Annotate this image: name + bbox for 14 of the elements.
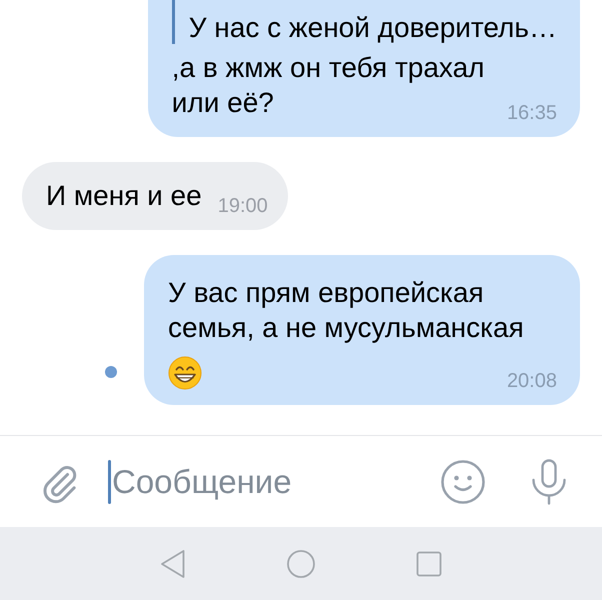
message-field[interactable]: Сообщение bbox=[111, 460, 441, 504]
microphone-icon[interactable] bbox=[531, 458, 567, 504]
quoted-text: У нас с женой доверитель… bbox=[188, 12, 557, 43]
message-text: ,а в жмж он тебя трахал или её? bbox=[172, 52, 485, 118]
home-icon[interactable] bbox=[286, 548, 316, 578]
message-text: У вас прям европейская семья, а не мусульманская bbox=[168, 277, 524, 343]
message-text: И меня и ее bbox=[46, 180, 202, 211]
grinning-face-icon bbox=[168, 356, 202, 390]
back-icon[interactable] bbox=[160, 548, 186, 578]
smiley-icon[interactable] bbox=[441, 460, 485, 504]
message-time: 16:35 bbox=[506, 103, 557, 123]
message-time: 19:00 bbox=[218, 196, 268, 216]
recent-apps-icon[interactable] bbox=[416, 550, 442, 576]
message-time: 20:08 bbox=[506, 371, 557, 391]
